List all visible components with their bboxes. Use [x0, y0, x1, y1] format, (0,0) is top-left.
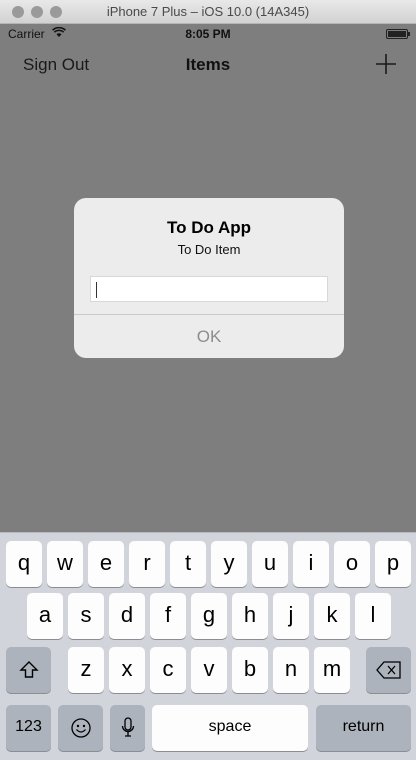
- key-q[interactable]: q: [6, 541, 42, 587]
- simulator-title-bar: iPhone 7 Plus – iOS 10.0 (14A345): [0, 0, 416, 24]
- navigation-bar: Sign Out Items: [0, 44, 416, 88]
- key-g[interactable]: g: [191, 593, 227, 639]
- emoji-icon: [70, 718, 91, 738]
- key-z[interactable]: z: [68, 647, 104, 693]
- key-t[interactable]: t: [170, 541, 206, 587]
- space-key[interactable]: space: [152, 705, 308, 751]
- key-a[interactable]: a: [27, 593, 63, 639]
- key-x[interactable]: x: [109, 647, 145, 693]
- phone-screen: Carrier 8:05 PM Sign Out Items To Do App…: [0, 24, 416, 760]
- key-u[interactable]: u: [252, 541, 288, 587]
- shift-key[interactable]: [6, 647, 51, 693]
- todo-item-input[interactable]: [90, 276, 328, 302]
- status-time: 8:05 PM: [185, 27, 231, 41]
- keyboard: qwertyuiop asdfghjkl zxcvbnm 123 space r…: [0, 532, 416, 760]
- battery-icon: [386, 29, 410, 39]
- key-p[interactable]: p: [375, 541, 411, 587]
- key-l[interactable]: l: [355, 593, 391, 639]
- plus-icon[interactable]: [372, 50, 400, 78]
- key-w[interactable]: w: [47, 541, 83, 587]
- return-key[interactable]: return: [316, 705, 411, 751]
- key-d[interactable]: d: [109, 593, 145, 639]
- key-i[interactable]: i: [293, 541, 329, 587]
- microphone-icon: [121, 717, 134, 737]
- key-r[interactable]: r: [129, 541, 165, 587]
- simulator-title: iPhone 7 Plus – iOS 10.0 (14A345): [106, 4, 310, 19]
- delete-key[interactable]: [366, 647, 411, 693]
- key-f[interactable]: f: [150, 593, 186, 639]
- text-caret: [96, 282, 97, 298]
- key-o[interactable]: o: [334, 541, 370, 587]
- ok-button[interactable]: OK: [74, 315, 344, 358]
- key-j[interactable]: j: [273, 593, 309, 639]
- key-k[interactable]: k: [314, 593, 350, 639]
- emoji-key[interactable]: [58, 705, 103, 751]
- page-title: Items: [185, 55, 231, 74]
- key-v[interactable]: v: [191, 647, 227, 693]
- delete-icon: [375, 661, 401, 679]
- shift-icon: [18, 661, 39, 678]
- key-m[interactable]: m: [314, 647, 350, 693]
- numbers-key[interactable]: 123: [6, 705, 51, 751]
- microphone-key[interactable]: [110, 705, 145, 751]
- key-y[interactable]: y: [211, 541, 247, 587]
- key-e[interactable]: e: [88, 541, 124, 587]
- key-s[interactable]: s: [68, 593, 104, 639]
- key-b[interactable]: b: [232, 647, 268, 693]
- alert-dialog: To Do App To Do Item OK: [74, 198, 344, 358]
- key-n[interactable]: n: [273, 647, 309, 693]
- key-h[interactable]: h: [232, 593, 268, 639]
- status-bar: Carrier 8:05 PM: [0, 24, 416, 44]
- alert-message: To Do Item: [177, 242, 241, 257]
- key-c[interactable]: c: [150, 647, 186, 693]
- alert-title: To Do App: [166, 218, 252, 237]
